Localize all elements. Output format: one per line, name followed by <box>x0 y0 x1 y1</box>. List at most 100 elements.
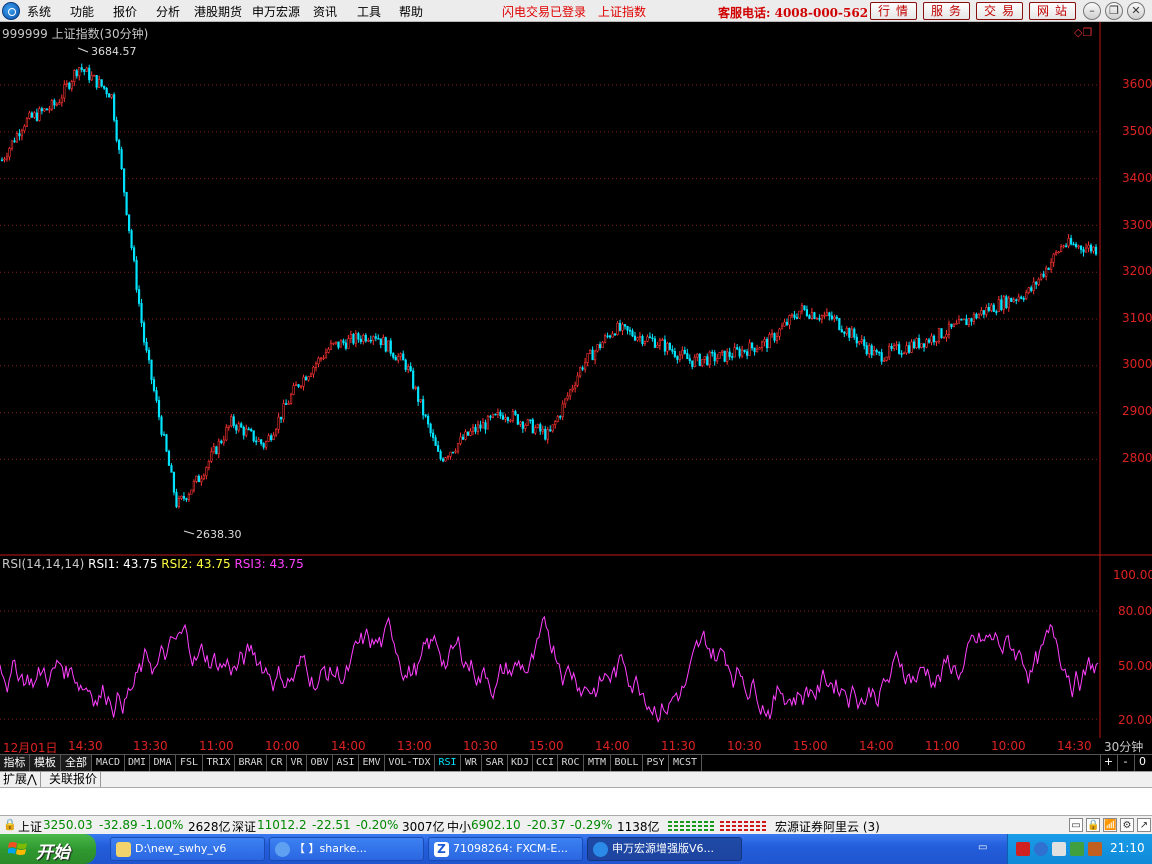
settings-icon[interactable]: ⚙ <box>1120 818 1134 832</box>
menu-quote[interactable]: 报价 <box>113 3 137 20</box>
menu-analysis[interactable]: 分析 <box>156 3 180 20</box>
tab-cr[interactable]: CR <box>267 755 287 771</box>
candle-body <box>332 342 335 345</box>
candle-body <box>840 329 843 333</box>
tab-rsi[interactable]: RSI <box>435 755 461 771</box>
period-label[interactable]: 30分钟 <box>1104 738 1143 755</box>
tab-fsl[interactable]: FSL <box>176 755 203 771</box>
tab-mcst[interactable]: MCST <box>669 755 702 771</box>
remove-indicator-button[interactable]: - <box>1117 755 1133 771</box>
candle-body <box>962 318 966 321</box>
tab-obv[interactable]: OBV <box>307 755 333 771</box>
tab-wr[interactable]: WR <box>461 755 482 771</box>
candle-body <box>342 340 345 344</box>
tab-expand[interactable]: 扩展⋀ <box>0 772 41 788</box>
tab-all[interactable]: 全部 <box>61 755 92 771</box>
price-chart[interactable]: 3684.57 2638.30 <box>0 22 1152 556</box>
tab-asi[interactable]: ASI <box>333 755 359 771</box>
tab-trix[interactable]: TRIX <box>203 755 235 771</box>
taskbar-item-swhy[interactable]: 申万宏源增强版V6... <box>587 837 742 861</box>
tab-kdj[interactable]: KDJ <box>508 755 533 771</box>
menu-function[interactable]: 功能 <box>70 3 94 20</box>
tab-macd[interactable]: MACD <box>92 755 125 771</box>
tray-icon-security[interactable] <box>1070 842 1084 856</box>
candle-body <box>888 345 891 358</box>
signal-icon[interactable]: 📶 <box>1103 818 1117 832</box>
tab-vol-tdx[interactable]: VOL-TDX <box>385 755 435 771</box>
candle-body <box>1020 296 1023 299</box>
candle-body <box>648 336 652 339</box>
quote-button[interactable]: 行情 <box>870 2 917 20</box>
taskbar-item-fxcm[interactable]: Z 71098264: FXCM-E... <box>428 837 583 861</box>
add-indicator-button[interactable]: + <box>1100 755 1116 771</box>
candle-body <box>770 333 774 335</box>
chart-corner-icons[interactable]: ◇❐ <box>1074 26 1092 39</box>
menu-system[interactable]: 系统 <box>27 3 51 20</box>
candle-body <box>227 425 230 428</box>
trade-button[interactable]: 交易 <box>976 2 1023 20</box>
sz-value: 11012.2 <box>257 818 307 832</box>
close-icon[interactable]: ✕ <box>1127 2 1145 20</box>
candle-body <box>746 351 749 356</box>
tab-brar[interactable]: BRAR <box>235 755 267 771</box>
reset-indicator-button[interactable]: 0 <box>1134 755 1150 771</box>
candle-body <box>621 324 624 331</box>
candle-body <box>307 376 310 381</box>
service-button[interactable]: 服务 <box>923 2 970 20</box>
breadth-bar <box>738 829 742 831</box>
menu-help[interactable]: 帮助 <box>399 3 423 20</box>
candle-body <box>514 411 517 415</box>
candle-body <box>895 344 898 346</box>
app-logo-icon[interactable] <box>2 2 20 20</box>
price-tick-3200: 3200 <box>1122 264 1152 278</box>
candle-body <box>195 475 198 482</box>
tab-sar[interactable]: SAR <box>482 755 508 771</box>
tab-related-quotes[interactable]: 关联报价 <box>46 772 102 788</box>
menu-info[interactable]: 资讯 <box>313 3 337 20</box>
tab-roc[interactable]: ROC <box>558 755 584 771</box>
tab-template[interactable]: 模板 <box>30 755 61 771</box>
menu-hk-futures[interactable]: 港股期货 <box>194 3 242 20</box>
candle-body <box>1055 252 1058 255</box>
start-button[interactable]: 开始 <box>0 834 96 864</box>
layout-icon[interactable]: ▭ <box>1069 818 1083 832</box>
tab-dma[interactable]: DMA <box>150 755 176 771</box>
zx-label: 中小 <box>447 820 472 834</box>
tray-icon-network[interactable] <box>1016 842 1030 856</box>
taskbar-menu-icon[interactable]: ▭ <box>978 842 992 856</box>
candle-body <box>145 341 148 351</box>
start-label: 开始 <box>36 843 70 863</box>
rsi-tick-50: 50.00 <box>1118 659 1152 673</box>
tab-indicator[interactable]: 指标 <box>0 755 30 771</box>
menu-swhy[interactable]: 申万宏源 <box>252 3 300 20</box>
ticker-lock-icon[interactable]: 🔒 <box>3 818 17 831</box>
candle-body <box>287 403 290 405</box>
tab-cci[interactable]: CCI <box>533 755 558 771</box>
tray-icon-messenger[interactable] <box>1034 842 1048 856</box>
candle-body <box>65 82 68 85</box>
tab-dmi[interactable]: DMI <box>125 755 150 771</box>
zx-value: 6902.10 <box>471 818 521 832</box>
candle-body <box>930 335 933 343</box>
candle-body <box>15 133 19 143</box>
lock-icon[interactable]: 🔒 <box>1086 818 1100 832</box>
taskbar-item-browser[interactable]: 【 】sharke... <box>269 837 424 861</box>
candle-body <box>942 336 946 339</box>
minimize-icon[interactable]: – <box>1083 2 1101 20</box>
tray-icon-volume[interactable] <box>1052 842 1066 856</box>
candle-body <box>162 434 166 436</box>
tab-vr[interactable]: VR <box>287 755 307 771</box>
candle-body <box>220 440 223 444</box>
rsi-chart[interactable] <box>0 556 1152 738</box>
tab-boll[interactable]: BOLL <box>611 755 643 771</box>
exit-icon[interactable]: ↗ <box>1137 818 1151 832</box>
restore-icon[interactable]: ❐ <box>1105 2 1123 20</box>
tab-mtm[interactable]: MTM <box>584 755 611 771</box>
menu-tools[interactable]: 工具 <box>357 3 381 20</box>
taskbar-item-explorer[interactable]: D:\new_swhy_v6 <box>110 837 265 861</box>
website-button[interactable]: 网站 <box>1029 2 1076 20</box>
tab-emv[interactable]: EMV <box>359 755 385 771</box>
tray-icon-app[interactable] <box>1088 842 1102 856</box>
tab-psy[interactable]: PSY <box>643 755 669 771</box>
broker-server-name[interactable]: 宏源证券阿里云 (3) <box>775 818 880 835</box>
